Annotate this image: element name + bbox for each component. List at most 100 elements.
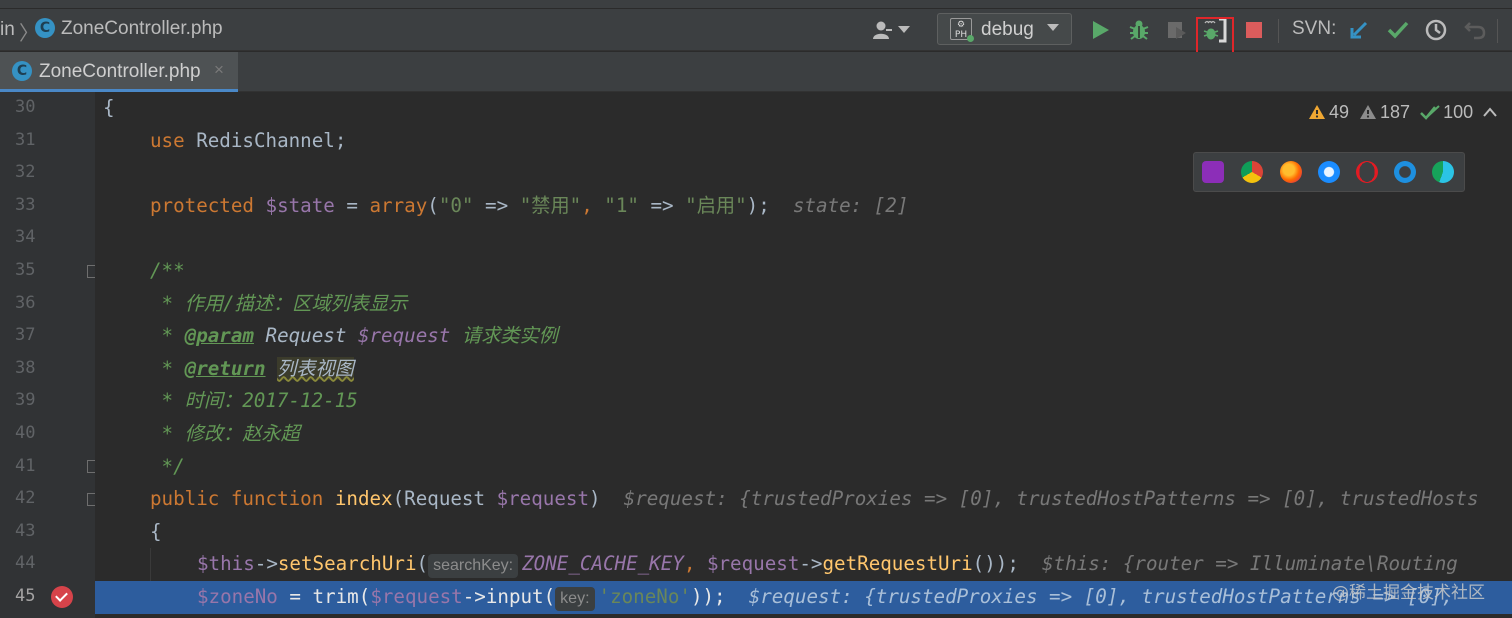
code-token: use — [150, 128, 185, 152]
code-token: -> — [799, 552, 823, 576]
code-token: "禁用" — [519, 193, 582, 217]
chevron-down-icon — [1047, 24, 1059, 31]
code-line-43: { — [95, 516, 1512, 549]
safari-icon[interactable] — [1318, 161, 1340, 183]
code-line-40: * 修改：赵永超 — [95, 418, 1512, 451]
opera-icon[interactable] — [1356, 161, 1378, 183]
parameter-hint: key: — [555, 587, 595, 611]
line-number: 30 — [15, 97, 36, 117]
checkmark-icon — [1387, 21, 1409, 39]
watermark: @稀土掘金技术社区 — [1332, 583, 1485, 603]
firefox-icon[interactable] — [1280, 161, 1302, 183]
code-line-41: */ — [95, 451, 1512, 484]
code-token: ( — [358, 585, 371, 608]
editor-tab-bar: C ZoneController.php × — [0, 52, 1512, 92]
code-token: , — [683, 552, 707, 576]
gutter-line: 41 — [0, 451, 95, 484]
gutter-line: 32 — [0, 157, 95, 190]
inline-debug-value[interactable]: $this: {router => Illuminate\Routing — [1019, 552, 1458, 575]
tab-label: ZoneController.php — [39, 61, 201, 82]
run-icon — [1093, 21, 1109, 39]
weak-warning-icon — [1360, 105, 1377, 119]
code-token: @return — [184, 356, 266, 380]
edge-icon[interactable] — [1432, 161, 1454, 183]
inline-debug-value[interactable]: state: [2] — [770, 194, 909, 217]
warning-icon — [1309, 105, 1325, 119]
toolbar-separator — [1278, 19, 1279, 43]
line-number: 37 — [15, 325, 36, 346]
code-token: setSearchUri — [277, 552, 417, 576]
user-account-button[interactable] — [872, 18, 910, 42]
gutter-line: 43 — [0, 516, 95, 549]
code-token: { — [150, 519, 162, 543]
code-token: ( — [416, 552, 429, 576]
debug-button[interactable] — [1126, 17, 1152, 43]
update-arrow-icon — [1350, 21, 1368, 39]
code-token: 'zoneNo' — [598, 585, 691, 608]
chrome-icon[interactable] — [1241, 161, 1263, 183]
svn-update-button[interactable] — [1346, 17, 1372, 43]
inspection-widget[interactable]: 49 187 100 — [1296, 96, 1512, 128]
warnings-count-value: 49 — [1329, 101, 1350, 122]
run-button[interactable] — [1088, 17, 1114, 43]
code-token: * 作用/描述：区域列表显示 — [150, 291, 408, 315]
code-token: ( — [543, 585, 556, 608]
ok-count: 100 — [1420, 102, 1473, 123]
php-class-icon: C — [35, 18, 55, 38]
browser-popup — [1193, 152, 1465, 192]
stop-icon — [1246, 22, 1262, 38]
close-icon[interactable]: × — [214, 60, 224, 80]
code-token: = — [334, 193, 370, 217]
breakpoint-icon[interactable] — [51, 586, 73, 608]
svn-commit-button[interactable] — [1385, 17, 1411, 43]
editor-gutter[interactable]: 30 31 32 33 34 35 36 37 38 39 40 41 42 4… — [0, 92, 100, 618]
warnings-count: 49 — [1308, 102, 1349, 123]
breadcrumb-file[interactable]: ZoneController.php — [61, 18, 223, 40]
inline-debug-value[interactable]: $request: {trustedProxies => [0], truste… — [601, 487, 1479, 510]
coverage-icon — [1168, 22, 1186, 39]
internet-explorer-icon[interactable] — [1394, 161, 1416, 183]
code-token: getRequestUri — [822, 552, 973, 576]
run-config-select[interactable]: ⚙ PH debug — [937, 13, 1072, 45]
phpstorm-browser-icon[interactable] — [1202, 161, 1224, 183]
code-line-39: * 时间：2017-12-15 — [95, 385, 1512, 418]
weak-warnings-count-value: 187 — [1380, 101, 1411, 122]
line-number: 32 — [15, 162, 36, 183]
gutter-line: 30 — [0, 92, 95, 125]
line-number: 44 — [15, 553, 36, 574]
run-with-coverage-button[interactable] — [1164, 17, 1190, 43]
double-check-icon — [1420, 105, 1440, 120]
line-number: 33 — [15, 194, 36, 215]
tab-zonecontroller[interactable]: C ZoneController.php × — [0, 52, 238, 92]
code-token: ( — [427, 193, 439, 217]
code-token: $this — [197, 552, 255, 576]
code-token: /** — [150, 259, 185, 282]
code-token: ()); — [972, 552, 1019, 576]
code-token: public function — [150, 487, 324, 511]
svn-history-button[interactable] — [1423, 17, 1449, 43]
line-number: 42 — [15, 488, 36, 509]
stop-button[interactable] — [1241, 17, 1267, 43]
line-number: 39 — [15, 390, 36, 411]
gutter-line: 34 — [0, 222, 95, 255]
svn-rollback-button[interactable] — [1462, 17, 1488, 43]
chevron-up-icon[interactable] — [1483, 107, 1497, 117]
code-token: "启用" — [685, 193, 747, 217]
breadcrumb-prev[interactable]: in — [0, 19, 15, 41]
code-token: -> — [254, 552, 278, 576]
code-token: $state — [253, 193, 335, 217]
code-token: , — [581, 193, 605, 217]
gutter-line: 36 — [0, 288, 95, 321]
code-token: $request — [496, 487, 589, 511]
indent-guide — [150, 548, 151, 581]
code-token: protected — [150, 193, 254, 217]
code-editor[interactable]: { use RedisChannel; protected $state = a… — [95, 92, 1512, 618]
code-token: = — [277, 585, 313, 608]
run-config-label: debug — [981, 19, 1034, 40]
line-number: 34 — [15, 227, 36, 248]
parameter-hint: searchKey: — [428, 554, 519, 579]
code-token: * — [150, 324, 185, 348]
gutter-line-current: 45 — [0, 581, 95, 614]
